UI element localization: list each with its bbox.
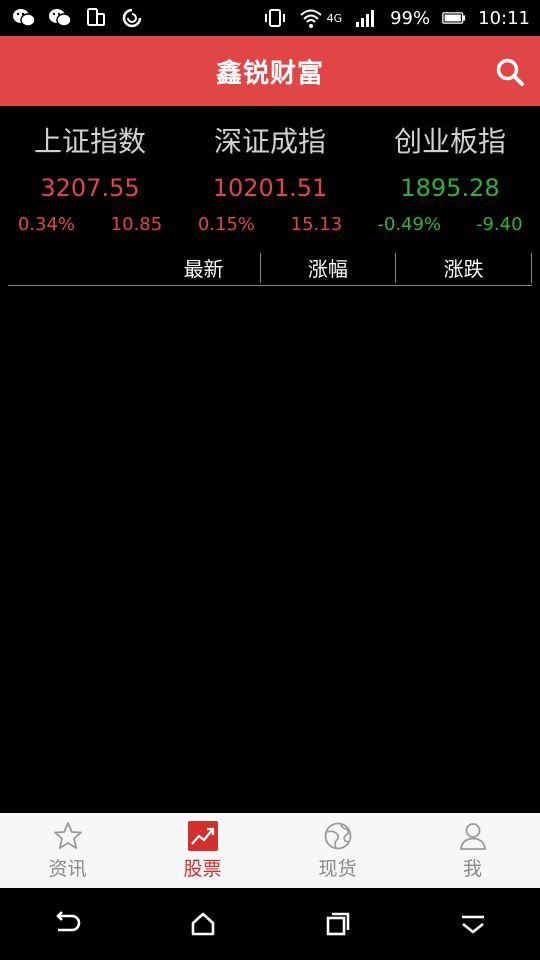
system-nav-bar	[0, 888, 540, 960]
column-label-change: 涨跌	[443, 257, 484, 281]
index-value: 1895.28	[400, 174, 500, 202]
clock: 10:11	[478, 7, 530, 29]
index-shanghai[interactable]: 上证指数 3207.55 0.34% 10.85	[0, 106, 180, 246]
tab-stocks[interactable]: 股票	[135, 813, 270, 888]
tab-me[interactable]: 我	[405, 813, 540, 888]
wechat-icon	[12, 6, 36, 30]
search-icon	[496, 58, 524, 86]
home-button[interactable]	[183, 904, 223, 944]
recents-button[interactable]	[318, 904, 358, 944]
wifi-icon	[299, 6, 323, 30]
index-change-pct: 0.34%	[17, 214, 75, 235]
phone-screen-icon	[84, 6, 108, 30]
index-changes: 0.34% 10.85	[0, 214, 180, 235]
recents-icon	[326, 912, 349, 936]
stock-list-header: 最新 涨幅 涨跌	[8, 250, 532, 286]
column-label-change-pct: 涨幅	[307, 257, 348, 281]
tab-label: 股票	[183, 858, 222, 880]
index-value: 10201.51	[212, 174, 328, 202]
signal-icon	[354, 6, 378, 30]
network-badge: 4G	[326, 11, 343, 25]
bottom-tab-bar: 资讯 股票 现货 我	[0, 813, 540, 888]
index-change-pct: 0.15%	[197, 214, 255, 235]
wechat-icon	[48, 6, 72, 30]
back-button[interactable]	[48, 904, 88, 944]
tab-label: 我	[462, 858, 482, 880]
index-change-pct: -0.49%	[377, 214, 442, 235]
tab-label: 现货	[318, 858, 357, 880]
tab-news[interactable]: 资讯	[0, 813, 135, 888]
index-name: 创业板指	[393, 125, 506, 158]
index-changes: -0.49% -9.40	[360, 214, 540, 235]
index-changes: 0.15% 15.13	[180, 214, 360, 235]
column-divider	[531, 252, 532, 283]
index-change: 15.13	[290, 214, 343, 235]
search-button[interactable]	[494, 56, 526, 88]
home-icon	[191, 912, 214, 936]
status-bar-left	[12, 6, 144, 30]
column-latest[interactable]: 最新	[8, 250, 260, 285]
star-icon	[52, 820, 84, 852]
column-label-latest: 最新	[183, 257, 224, 281]
title-bar: 鑫锐财富	[0, 36, 540, 106]
back-icon	[55, 911, 80, 932]
column-change[interactable]: 涨跌	[396, 250, 531, 285]
status-bar-right: 4G 99% 10:11	[263, 6, 530, 30]
market-indices: 上证指数 3207.55 0.34% 10.85 深证成指 10201.51 0…	[0, 106, 540, 246]
index-change: -9.40	[475, 214, 523, 235]
index-change: 10.85	[110, 214, 163, 235]
sync-icon	[120, 6, 144, 30]
globe-icon	[322, 820, 354, 852]
index-name: 上证指数	[33, 125, 146, 158]
stock-list[interactable]	[0, 288, 540, 813]
battery-icon	[442, 6, 466, 30]
hide-keyboard-button[interactable]	[453, 904, 493, 944]
hide-keyboard-icon	[461, 915, 484, 934]
battery-percent: 99%	[390, 7, 431, 29]
user-icon	[457, 820, 489, 852]
index-name: 深证成指	[213, 125, 326, 158]
tab-label: 资讯	[48, 858, 87, 880]
status-bar: 4G 99% 10:11	[0, 0, 540, 36]
index-chinext[interactable]: 创业板指 1895.28 -0.49% -9.40	[360, 106, 540, 246]
stock-chart-icon	[187, 820, 219, 852]
app-title: 鑫锐财富	[215, 58, 324, 89]
tab-spot[interactable]: 现货	[270, 813, 405, 888]
index-shenzhen[interactable]: 深证成指 10201.51 0.15% 15.13	[180, 106, 360, 246]
column-change-pct[interactable]: 涨幅	[261, 250, 396, 285]
index-value: 3207.55	[40, 174, 140, 202]
vibrate-icon	[263, 6, 287, 30]
